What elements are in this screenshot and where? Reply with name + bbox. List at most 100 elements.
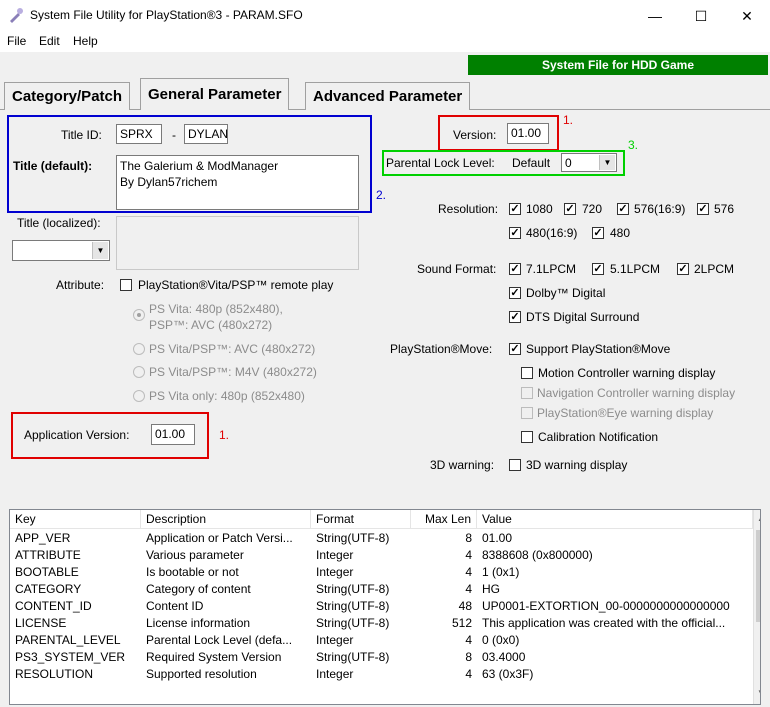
minimize-button[interactable]: — <box>632 0 678 32</box>
parental-lock-label: Parental Lock Level: <box>386 156 495 170</box>
snd-51lpcm-checkbox[interactable]: ✓ <box>592 263 604 275</box>
col-header-maxlen[interactable]: Max Len <box>411 510 477 529</box>
cell-maxlen: 4 <box>465 582 472 596</box>
cell-value: 63 (0x3F) <box>482 667 534 681</box>
res-576-label: 576 <box>714 202 735 216</box>
snd-dts-checkbox[interactable]: ✓ <box>509 311 521 323</box>
table-row[interactable]: PS3_SYSTEM_VER Required System Version S… <box>10 649 753 666</box>
tab-advanced-parameter[interactable]: Advanced Parameter <box>305 82 471 110</box>
radio-vita-psp-avc <box>133 343 145 355</box>
cell-maxlen: 4 <box>465 633 472 647</box>
table-row[interactable]: CONTENT_ID Content ID String(UTF-8) 48 U… <box>10 598 753 615</box>
res-480-169-label: 480(16:9) <box>526 226 578 240</box>
cell-format: Integer <box>316 548 354 562</box>
table-row[interactable]: APP_VER Application or Patch Versi... St… <box>10 530 753 547</box>
col-header-key[interactable]: Key <box>10 510 141 529</box>
chevron-down-icon: ▼ <box>92 242 108 259</box>
radio-vita-480p-avc-line1: PS Vita: 480p (852x480), <box>149 302 283 316</box>
table-row[interactable]: BOOTABLE Is bootable or not Integer 4 1 … <box>10 564 753 581</box>
cell-maxlen: 4 <box>465 565 472 579</box>
annotation-3: 3. <box>628 138 639 152</box>
res-480-checkbox[interactable]: ✓ <box>592 227 604 239</box>
cell-format: String(UTF-8) <box>316 599 390 613</box>
cell-value: HG <box>482 582 500 596</box>
menu-file[interactable]: File <box>7 34 26 48</box>
resolution-label: Resolution: <box>438 202 499 216</box>
annotation-2: 2. <box>376 188 387 202</box>
title-bar: System File Utility for PlayStation®3 - … <box>0 0 770 32</box>
cell-maxlen: 8 <box>465 531 472 545</box>
res-1080-checkbox[interactable]: ✓ <box>509 203 521 215</box>
menu-help[interactable]: Help <box>73 34 98 48</box>
table-row[interactable]: PARENTAL_LEVEL Parental Lock Level (defa… <box>10 632 753 649</box>
table-row[interactable]: ATTRIBUTE Various parameter Integer 4 83… <box>10 547 753 564</box>
res-576-169-checkbox[interactable]: ✓ <box>617 203 629 215</box>
cell-format: String(UTF-8) <box>316 616 390 630</box>
move-motion-label: Motion Controller warning display <box>538 366 716 380</box>
cell-key: CATEGORY <box>15 582 82 596</box>
version-input[interactable]: 01.00 <box>507 123 549 144</box>
cell-key: PARENTAL_LEVEL <box>15 633 121 647</box>
col-header-format[interactable]: Format <box>311 510 411 529</box>
table-scrollbar[interactable]: ▲ ▼ <box>753 510 760 704</box>
cell-maxlen: 512 <box>451 616 472 630</box>
snd-dolby-checkbox[interactable]: ✓ <box>509 287 521 299</box>
title-localized-textarea <box>116 216 359 270</box>
scroll-thumb[interactable] <box>756 530 760 622</box>
maximize-button[interactable]: ☐ <box>678 0 724 32</box>
res-480-169-checkbox[interactable]: ✓ <box>509 227 521 239</box>
res-720-checkbox[interactable]: ✓ <box>564 203 576 215</box>
res-576-checkbox[interactable]: ✓ <box>697 203 709 215</box>
move-navigation-label: Navigation Controller warning display <box>537 386 736 400</box>
window-title: System File Utility for PlayStation®3 - … <box>30 8 303 22</box>
scroll-down-icon[interactable]: ▼ <box>757 688 760 697</box>
param-table[interactable]: Key Description Format Max Len Value APP… <box>9 509 761 705</box>
move-motion-checkbox[interactable] <box>521 367 533 379</box>
move-navigation-checkbox <box>521 387 533 399</box>
cell-format: Integer <box>316 633 354 647</box>
cell-format: String(UTF-8) <box>316 650 390 664</box>
language-select[interactable]: ▼ <box>12 240 110 261</box>
annotation-1-version: 1. <box>563 113 574 127</box>
radio-vita-only-480p <box>133 390 145 402</box>
col-header-description[interactable]: Description <box>141 510 311 529</box>
warn3d-check-label: 3D warning display <box>526 458 628 472</box>
snd-71lpcm-checkbox[interactable]: ✓ <box>509 263 521 275</box>
menu-bar <box>0 32 770 52</box>
warn3d-checkbox[interactable] <box>509 459 521 471</box>
snd-dts-label: DTS Digital Surround <box>526 310 640 324</box>
chevron-down-icon: ▼ <box>599 155 615 170</box>
radio-vita-only-480p-label: PS Vita only: 480p (852x480) <box>149 389 305 403</box>
cell-value: 03.4000 <box>482 650 526 664</box>
tab-general-parameter[interactable]: General Parameter <box>140 78 290 110</box>
radio-vita-480p-avc <box>133 309 145 321</box>
parental-level-select[interactable]: 0 ▼ <box>561 153 617 172</box>
cell-key: APP_VER <box>15 531 71 545</box>
ps-move-label: PlayStation®Move: <box>390 342 493 356</box>
snd-2lpcm-checkbox[interactable]: ✓ <box>677 263 689 275</box>
radio-vita-psp-m4v <box>133 366 145 378</box>
app-version-input[interactable]: 01.00 <box>151 424 195 445</box>
cell-key: ATTRIBUTE <box>15 548 81 562</box>
table-row[interactable]: CATEGORY Category of content String(UTF-… <box>10 581 753 598</box>
close-button[interactable]: ✕ <box>724 0 770 32</box>
move-calibration-checkbox[interactable] <box>521 431 533 443</box>
annotation-box-blue <box>7 115 372 213</box>
col-header-value[interactable]: Value <box>477 510 753 529</box>
parental-default-label: Default <box>512 156 551 170</box>
move-calibration-label: Calibration Notification <box>538 430 659 444</box>
scroll-up-icon[interactable]: ▲ <box>757 514 760 523</box>
radio-vita-psp-m4v-label: PS Vita/PSP™: M4V (480x272) <box>149 365 317 379</box>
menu-edit[interactable]: Edit <box>39 34 60 48</box>
version-label: Version: <box>453 128 497 142</box>
tab-category-patch[interactable]: Category/Patch <box>4 82 131 110</box>
cell-format: String(UTF-8) <box>316 582 390 596</box>
move-support-checkbox[interactable]: ✓ <box>509 343 521 355</box>
res-720-label: 720 <box>582 202 603 216</box>
table-row[interactable]: LICENSE License information String(UTF-8… <box>10 615 753 632</box>
table-row[interactable]: RESOLUTION Supported resolution Integer … <box>10 666 753 683</box>
remote-play-checkbox[interactable] <box>120 279 132 291</box>
sound-format-label: Sound Format: <box>417 262 497 276</box>
move-eye-checkbox <box>521 407 533 419</box>
attribute-label: Attribute: <box>56 278 105 292</box>
